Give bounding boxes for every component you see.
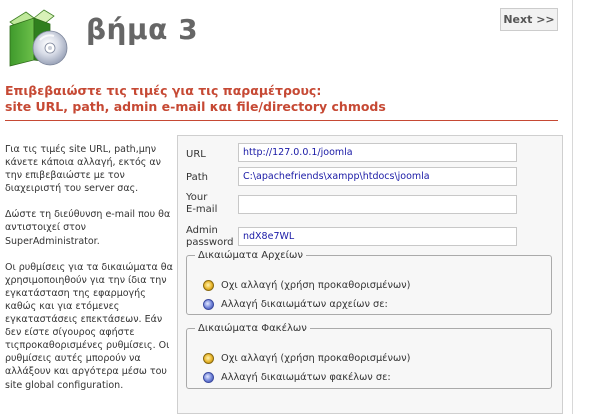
file-perms-default-option[interactable]: Οχι αλλαγή (χρήση προκαθορισμένων)	[203, 280, 410, 291]
password-label: Admin password	[186, 225, 233, 249]
radio-unselected-icon[interactable]	[203, 299, 214, 310]
dir-perms-custom-label: Αλλαγή δικαιωμάτων φακέλων σε:	[221, 372, 391, 383]
next-button[interactable]: Next >>	[500, 8, 558, 31]
heading-divider	[5, 120, 558, 121]
radio-unselected-icon[interactable]	[203, 372, 214, 383]
file-perms-custom-label: Αλλαγή δικαιωμάτων αρχείων σε:	[221, 299, 388, 310]
url-label: URL	[186, 149, 206, 160]
dir-permissions-group: Δικαιώματα Φακέλων Οχι αλλαγή (χρήση προ…	[186, 323, 552, 389]
file-perms-custom-option[interactable]: Αλλαγή δικαιωμάτων αρχείων σε:	[203, 299, 388, 310]
file-permissions-legend: Δικαιώματα Αρχείων	[198, 250, 303, 261]
dir-perms-custom-option[interactable]: Αλλαγή δικαιωμάτων φακέλων σε:	[203, 372, 391, 383]
file-perms-default-label: Οχι αλλαγή (χρήση προκαθορισμένων)	[221, 280, 411, 291]
section-heading: Επιβεβαιώστε τις τιμές για τις παραμέτρο…	[5, 83, 560, 115]
section-heading-line2: site URL, path, admin e-mail και file/di…	[5, 99, 386, 114]
url-input[interactable]: http://127.0.0.1/joomla	[238, 143, 517, 162]
password-label-line1: Admin	[186, 225, 218, 236]
file-permissions-group: Δικαιώματα Αρχείων Οχι αλλαγή (χρήση προ…	[186, 250, 552, 315]
radio-selected-icon[interactable]	[203, 353, 214, 364]
help-paragraph-email: Δώστε τη διεύθυνση e-mail που θα αντιστο…	[5, 209, 171, 247]
dir-perms-default-label: Οχι αλλαγή (χρήση προκαθορισμένων)	[221, 353, 411, 364]
install-box-icon	[9, 9, 68, 67]
help-paragraph-urls: Για τις τιμές site URL, path,μην κάνετε …	[5, 144, 161, 195]
email-label: Your E-mail	[186, 192, 217, 216]
radio-selected-icon[interactable]	[203, 280, 214, 291]
email-label-line2: E-mail	[186, 204, 218, 215]
step-title: βήμα 3	[86, 13, 199, 46]
dir-permissions-legend: Δικαιώματα Φακέλων	[198, 323, 307, 334]
email-input[interactable]	[238, 195, 517, 214]
email-label-line1: Your	[186, 192, 208, 203]
dir-perms-default-option[interactable]: Οχι αλλαγή (χρήση προκαθορισμένων)	[203, 353, 410, 364]
password-label-line2: password	[186, 237, 234, 248]
path-input[interactable]: C:\apachefriends\xampp\htdocs\joomla	[238, 167, 517, 186]
page-right-border	[572, 0, 573, 414]
password-input[interactable]: ndX8e7WL	[238, 227, 517, 246]
help-paragraph-permissions: Οι ρυθμίσεις για τα δικαιώματα θα χρησιμ…	[5, 261, 173, 391]
help-text: Για τις τιμές site URL, path,μην κάνετε …	[5, 143, 173, 405]
path-label: Path	[186, 172, 208, 183]
section-heading-line1: Επιβεβαιώστε τις τιμές για τις παραμέτρο…	[5, 83, 322, 98]
